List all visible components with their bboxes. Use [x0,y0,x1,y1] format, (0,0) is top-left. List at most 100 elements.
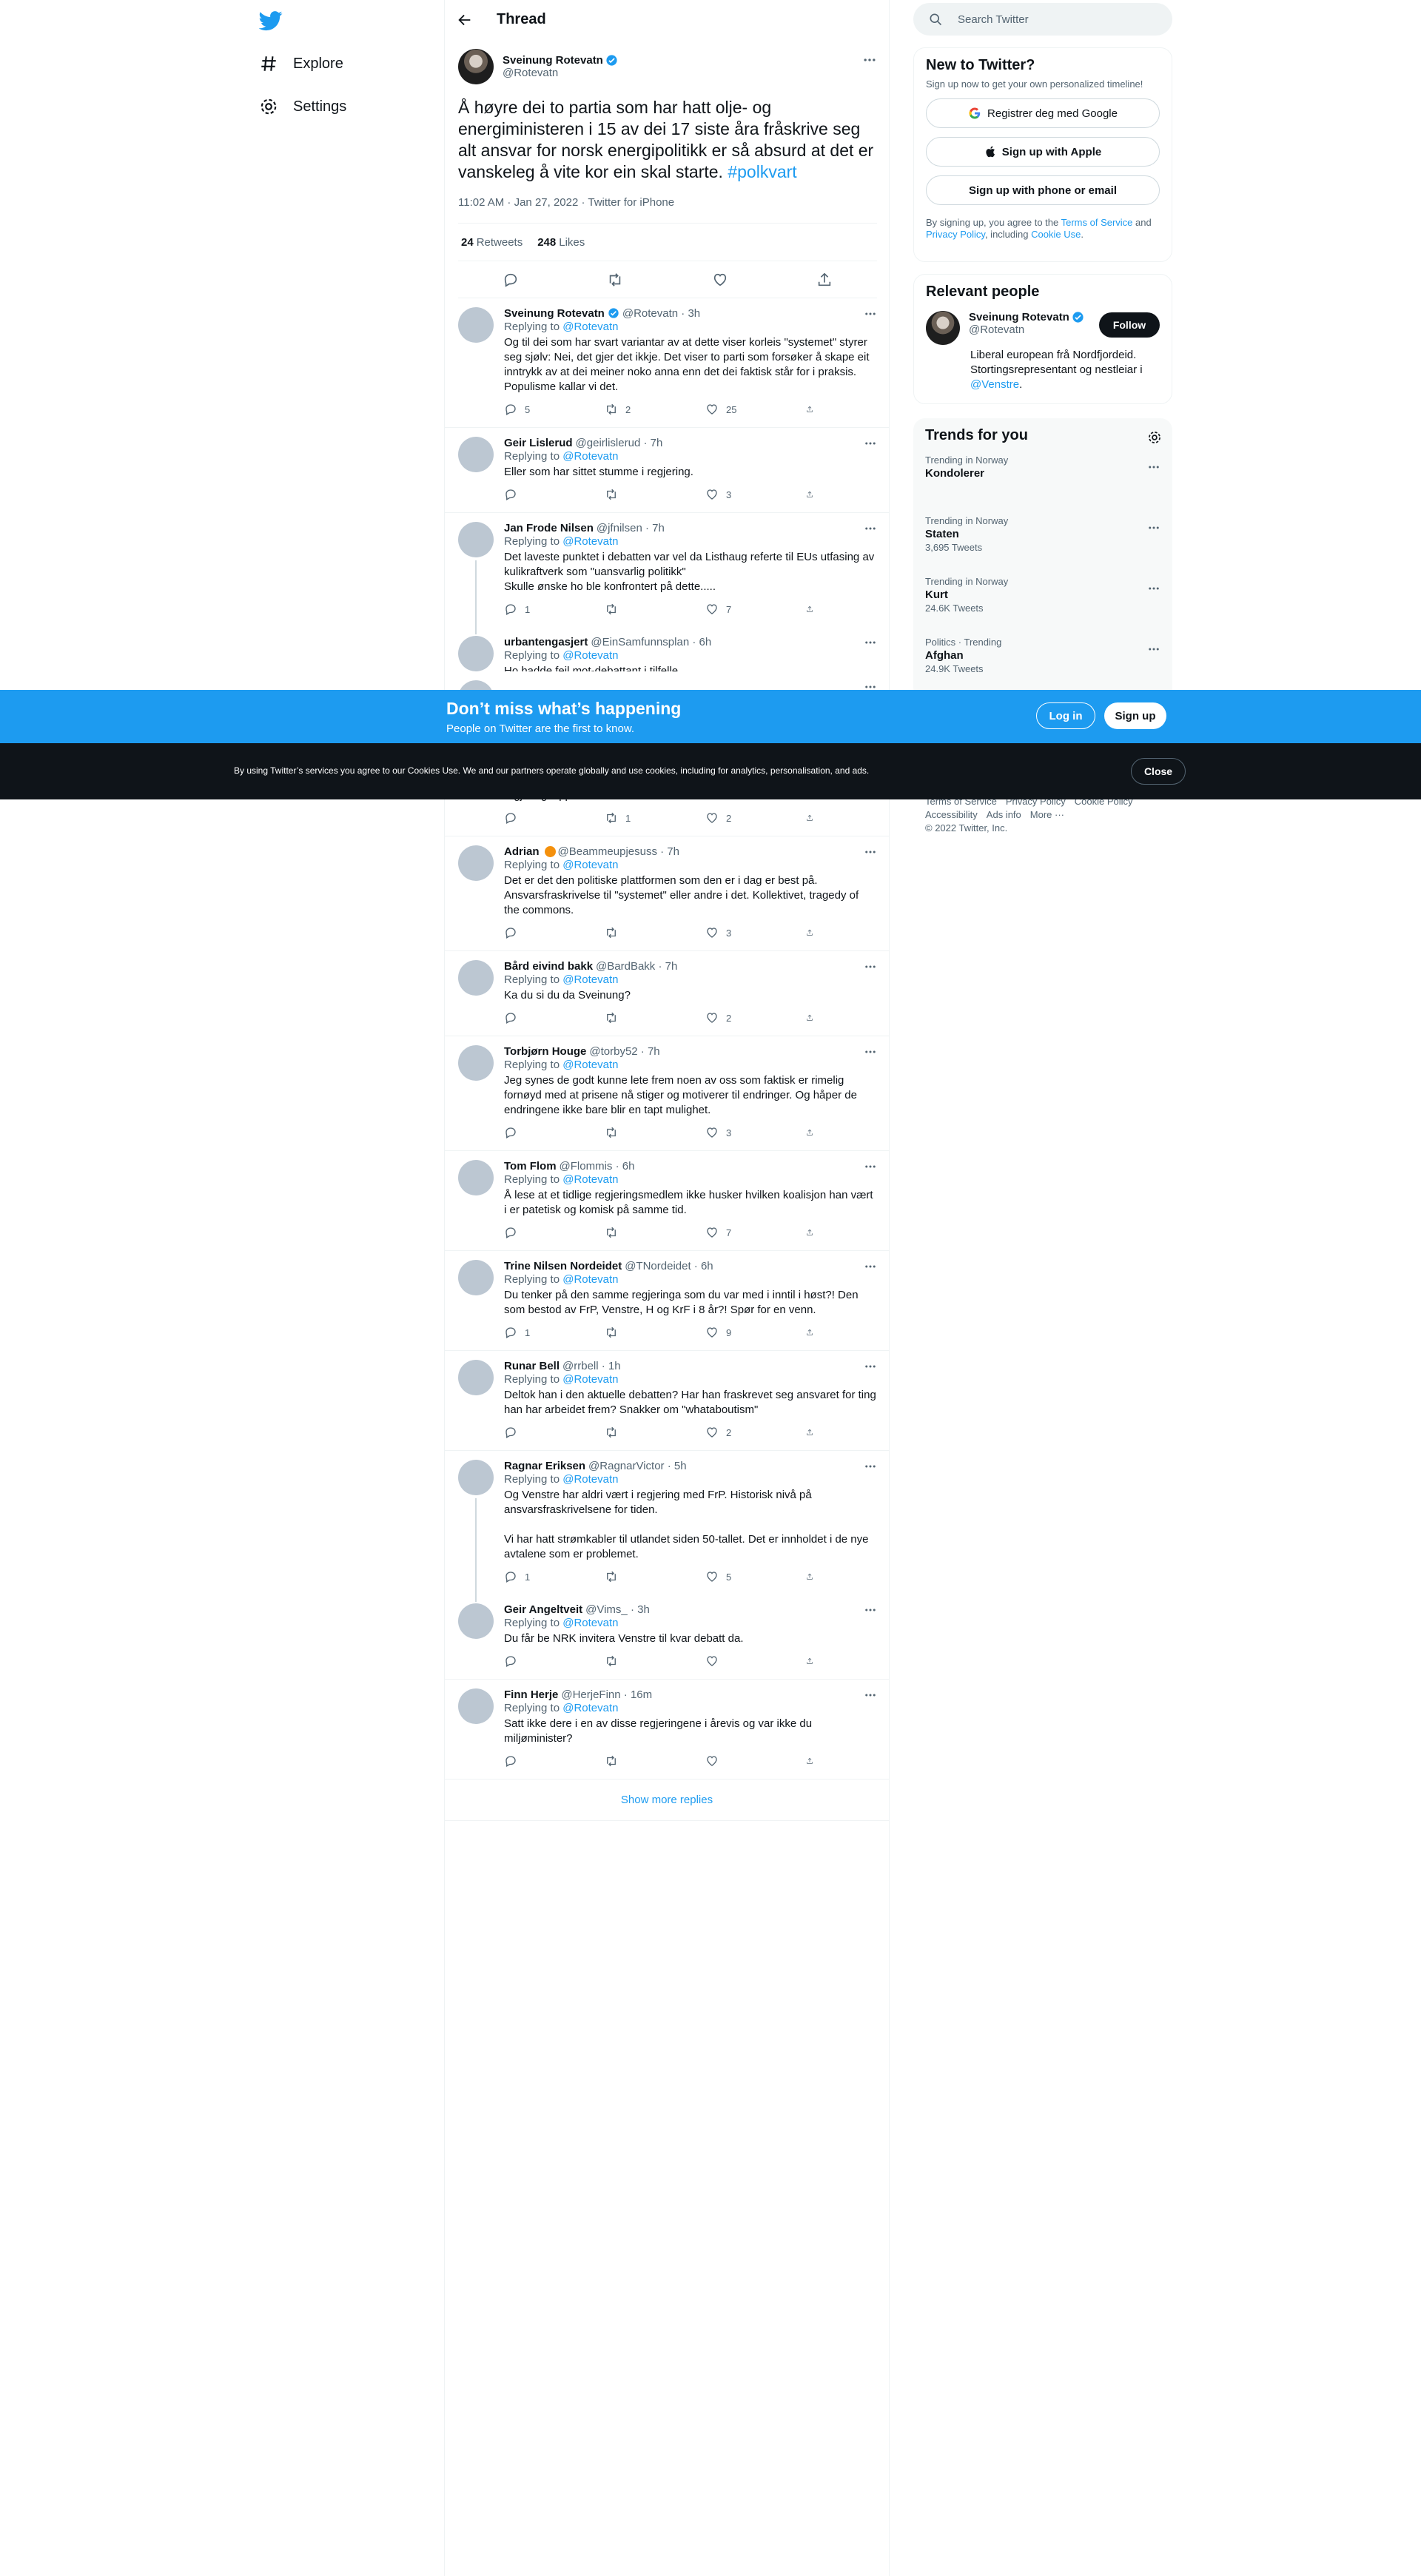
reply-action[interactable]: 1 [504,603,605,616]
like-action[interactable]: 7 [705,603,806,616]
more-options-icon[interactable] [1147,582,1160,595]
like-action[interactable]: 2 [705,1011,806,1024]
more-options-icon[interactable] [864,437,877,450]
reply-tweet[interactable]: Geir Angeltveit @Vims_ · 3h Replying to @R… [445,1594,889,1680]
reply-tweet[interactable]: Adrian @Beammeupjesuss · 7h Replying to @R… [445,836,889,951]
replying-to-handle[interactable]: @Rotevatn [562,535,618,548]
avatar[interactable] [458,960,494,996]
share-action[interactable] [806,1570,821,1583]
reply-tweet[interactable]: Trine Nilsen Nordeidet @TNordeidet · 6h Re… [445,1251,889,1351]
retweet-label[interactable]: Retweets [477,236,523,249]
more-options-icon[interactable] [864,1260,877,1273]
replying-to-handle[interactable]: @Rotevatn [562,1702,618,1714]
reply-author-name[interactable]: Torbjørn Houge [504,1045,586,1058]
avatar[interactable] [458,1360,494,1395]
more-options-icon[interactable] [864,1460,877,1473]
google-signup-button[interactable]: Registrer deg med Google [926,98,1160,128]
retweet-action[interactable] [605,1654,705,1668]
author-handle[interactable]: @Rotevatn [503,67,618,79]
replying-to-handle[interactable]: @Rotevatn [562,973,618,986]
trend-item[interactable]: Politics · Trending Afghan 24.9K Tweets [925,626,1160,687]
share-action[interactable] [806,403,821,416]
retweet-action[interactable]: 2 [605,403,705,416]
replying-to-handle[interactable]: @Rotevatn [562,321,618,333]
relevant-person[interactable]: Sveinung Rotevatn @Rotevatn Follow [926,311,1160,345]
reply-action[interactable] [504,488,605,501]
more-options-icon[interactable] [864,1603,877,1617]
like-label[interactable]: Likes [559,236,585,249]
share-action[interactable] [806,1426,821,1439]
search-input[interactable]: Search Twitter [913,3,1172,36]
like-action[interactable]: 7 [705,1226,806,1239]
retweet-action[interactable] [605,1754,705,1768]
avatar[interactable] [458,1460,494,1495]
replying-to-handle[interactable]: @Rotevatn [562,1373,618,1386]
like-action[interactable]: 2 [705,1426,806,1439]
reply-tweet[interactable]: Sveinung Rotevatn @Rotevatn · 3h Replying … [445,298,889,428]
reply-author-handle[interactable]: @Beammeupjesuss · 7h [558,845,679,858]
trend-item[interactable]: Trending in Norway Kondolerer [925,444,1160,505]
like-count[interactable]: 248 [537,236,556,249]
back-arrow-icon[interactable] [457,12,473,28]
reply-tweet[interactable]: Finn Herje @HerjeFinn · 16m Replying to @R… [445,1680,889,1780]
reply-icon[interactable] [503,272,519,288]
reply-tweet[interactable]: Bård eivind bakk @BardBakk · 7h Replying t… [445,951,889,1036]
avatar[interactable] [458,845,494,881]
like-action[interactable]: 3 [705,1126,806,1139]
reply-action[interactable] [504,1011,605,1024]
avatar[interactable] [458,437,494,472]
reply-author-handle[interactable]: @HerjeFinn · 16m [561,1688,652,1701]
more-options-icon[interactable] [864,1360,877,1373]
tweet-timestamp[interactable]: 11:02 AM · Jan 27, 2022 · Twitter for iP… [458,196,877,211]
share-action[interactable] [806,811,821,825]
reply-tweet[interactable]: Tom Flom @Flommis · 6h Replying to @Roteva… [445,1151,889,1251]
share-action[interactable] [806,926,821,939]
like-action[interactable] [705,1754,806,1768]
replying-to-handle[interactable]: @Rotevatn [562,859,618,871]
like-action[interactable]: 25 [705,403,806,416]
reply-tweet[interactable]: Runar Bell @rrbell · 1h Replying to @Rotev… [445,1351,889,1451]
reply-tweet[interactable]: Ragnar Eriksen @RagnarVictor · 5h Replying… [445,1451,889,1602]
reply-author-name[interactable]: Bård eivind bakk [504,960,593,973]
avatar[interactable] [458,1603,494,1639]
replying-to-handle[interactable]: @Rotevatn [562,1473,618,1486]
retweet-icon[interactable] [607,272,623,288]
retweet-action[interactable] [605,1011,705,1024]
retweet-action[interactable] [605,1570,705,1583]
reply-author-name[interactable]: Geir Angeltveit [504,1603,582,1616]
show-more-replies-button[interactable]: Show more replies [445,1780,889,1821]
reply-tweet[interactable]: Torbjørn Houge @torby52 · 7h Replying to @… [445,1036,889,1151]
reply-author-name[interactable]: Adrian [504,845,540,858]
retweet-action[interactable] [605,1426,705,1439]
more-options-icon[interactable] [1147,460,1160,474]
like-action[interactable]: 5 [705,1570,806,1583]
reply-action[interactable]: 1 [504,1326,605,1339]
replying-to-handle[interactable]: @Rotevatn [562,1273,618,1286]
avatar[interactable] [458,636,494,671]
like-action[interactable]: 9 [705,1326,806,1339]
more-options-icon[interactable] [864,960,877,973]
reply-author-name[interactable]: Runar Bell [504,1360,560,1372]
hashtag-link[interactable]: #polkvart [728,162,796,181]
reply-author-handle[interactable]: @torby52 · 7h [589,1045,659,1058]
avatar[interactable] [458,307,494,343]
reply-author-name[interactable]: Finn Herje [504,1688,558,1701]
like-icon[interactable] [712,272,728,288]
retweet-action[interactable] [605,1126,705,1139]
share-action[interactable] [806,488,821,501]
terms-of-service-link[interactable]: Terms of Service [1061,217,1133,228]
avatar[interactable] [458,1045,494,1081]
reply-tweet[interactable]: Jan Frode Nilsen @jfnilsen · 7h Replying t… [445,513,889,634]
share-action[interactable] [806,1754,821,1768]
avatar[interactable] [458,522,494,557]
reply-author-name[interactable]: Jan Frode Nilsen [504,522,594,534]
replying-to-handle[interactable]: @Rotevatn [562,450,618,463]
reply-author-handle[interactable]: @TNordeidet · 6h [625,1260,713,1272]
share-action[interactable] [806,1326,821,1339]
retweet-action[interactable]: 1 [605,811,705,825]
nav-settings[interactable]: Settings [259,90,346,123]
retweet-action[interactable] [605,603,705,616]
retweet-action[interactable] [605,1226,705,1239]
reply-author-handle[interactable]: @rrbell · 1h [562,1360,621,1372]
footer-accessibility-link[interactable]: Accessibility [925,809,978,820]
